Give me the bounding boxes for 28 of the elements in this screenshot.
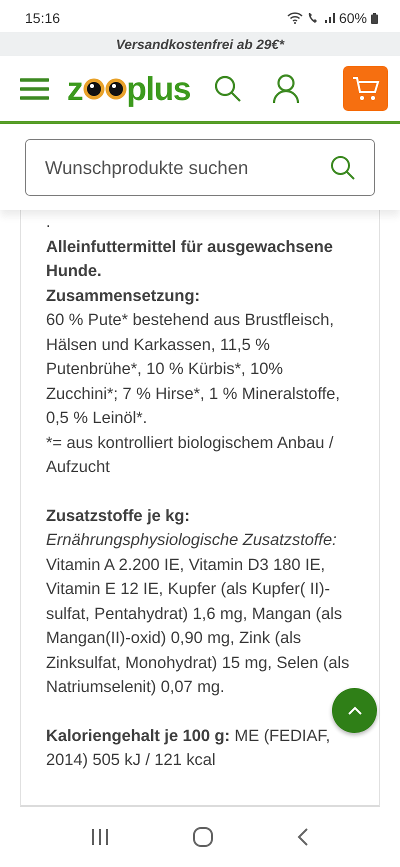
body-text: 60 % Pute* bestehend aus Brustfleisch, Hälsen und Karkassen, 11,5 % Putenbrühe*, 10 % Kürbis*, 10% Zucchini*; 7 % Hirse*, 1 % Mineralstoffe, 0,5 % Leinöl*. [46, 310, 341, 429]
subheading: Ernährungsphysiologische Zusatzstoffe: [46, 530, 337, 551]
body-text: Vitamin A 2.200 IE, Vitamin D3 180 IE, Vitamin E 12 IE, Kupfer (als Kupfer( II)-sulfat, Pentahydrat) 1,6 mg, Mangan (als Mangan(II)-oxid) 0,90 mg, Zink (als Zinksulfat, Monohydrat) 15 mg, Selen (als Natriumselenit) 0,07 mg. [46, 554, 350, 698]
back-icon[interactable] [296, 827, 309, 847]
search-field[interactable]: Wunschprodukte suchen [25, 139, 375, 196]
body-text: *= aus kontrolliert biologischem Anbau / Aufzucht [46, 432, 334, 478]
search-icon[interactable] [330, 154, 356, 180]
home-icon[interactable] [192, 826, 214, 848]
body-text: Kaloriengehalt je 100 g: ME (FEDIAF, 2014) 505 kJ / 121 kcal [46, 726, 332, 771]
zooplus-logo[interactable]: z plus [67, 70, 190, 108]
body-text: . [46, 212, 51, 233]
user-icon[interactable] [272, 74, 300, 104]
section-heading: Zusammensetzung: [46, 286, 200, 306]
signal-icon [324, 13, 335, 23]
promo-banner: Versandkostenfrei ab 29€* [0, 32, 400, 56]
cart-button[interactable] [343, 66, 388, 111]
search-icon[interactable] [214, 74, 242, 102]
chevron-up-icon [346, 706, 362, 716]
wifi-icon [286, 12, 303, 24]
cart-icon [352, 76, 380, 102]
recent-apps-icon[interactable] [91, 828, 110, 846]
scroll-top-button[interactable] [332, 688, 377, 733]
section-heading: Zusatzstoffe je kg: [46, 506, 190, 526]
clock-time: 15:16 [25, 10, 60, 26]
battery-icon [371, 12, 378, 24]
battery-percent: 60% [338, 10, 367, 26]
section-heading: Alleinfuttermittel für ausgewachsene Hunde. [46, 236, 334, 282]
menu-icon[interactable] [20, 78, 49, 100]
